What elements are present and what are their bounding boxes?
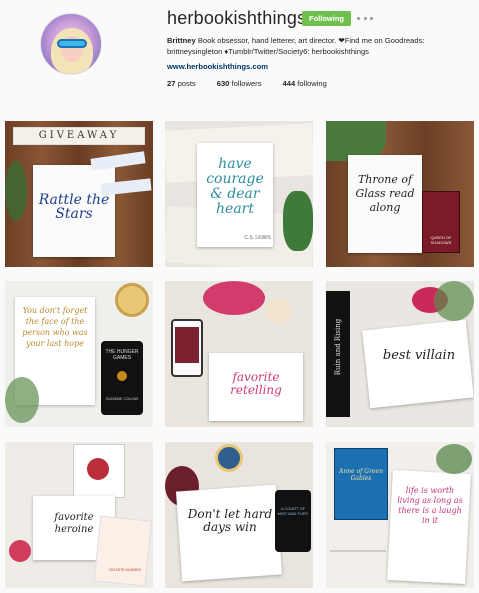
post-tile[interactable]: favorite retelling: [165, 281, 313, 427]
post-tile[interactable]: have courage & dear heart C.S. LEWIS: [165, 121, 313, 267]
post-text: life is worth living as long as there is…: [397, 486, 463, 525]
post-tile[interactable]: GIVEAWAY Rattle the Stars: [5, 121, 153, 267]
post-tile[interactable]: Don't let hard days win A COURT OF MIST …: [165, 442, 313, 588]
post-text: Rattle the Stars: [38, 192, 110, 222]
post-tile[interactable]: favorite heroine CELESTE ALVARES: [5, 442, 153, 588]
profile-bio: Brittney Book obsessor, hand letterer, a…: [167, 36, 467, 57]
posts-stat: 27 posts: [167, 79, 196, 88]
post-text: You don't forget the face of the person …: [22, 306, 88, 348]
post-book: Ruin and Rising: [334, 318, 342, 376]
profile-website-link[interactable]: www.herbookishthings.com: [167, 62, 268, 71]
avatar-glasses: [57, 39, 87, 48]
following-button[interactable]: Following: [302, 11, 351, 26]
post-text: best villain: [382, 348, 456, 363]
bio-name: Brittney: [167, 36, 196, 45]
post-book: Anne of Green Gables: [339, 468, 383, 482]
more-options-icon[interactable]: [357, 11, 373, 25]
bio-line-2: brittneysingleton ♦Tumblr/Twitter/Societ…: [167, 46, 369, 56]
post-text: Throne of Glass read along: [355, 173, 415, 214]
post-text: favorite retelling: [230, 370, 282, 397]
post-title: GIVEAWAY: [38, 130, 120, 141]
avatar[interactable]: [40, 13, 102, 75]
profile-header: herbookishthings Following Brittney Book…: [0, 0, 479, 112]
post-author: SUZANNE COLLINS: [105, 397, 139, 401]
post-text: Don't let hard days win: [187, 507, 273, 534]
profile-stats: 27 posts 630 followers 444 following: [167, 79, 348, 88]
post-caption: C.S. LEWIS: [244, 235, 271, 241]
post-book: QUEEN OF SHADOWS: [430, 235, 452, 245]
post-book: CELESTE ALVARES: [108, 568, 142, 572]
post-tile[interactable]: Throne of Glass read along QUEEN OF SHAD…: [326, 121, 474, 267]
post-book: A COURT OF MIST AND FURY: [277, 506, 309, 516]
post-tile[interactable]: Ruin and Rising best villain: [326, 281, 474, 427]
post-text: have courage & dear heart: [206, 156, 264, 217]
bio-text: Book obsessor, hand letterer, art direct…: [195, 36, 425, 45]
post-tile[interactable]: You don't forget the face of the person …: [5, 281, 153, 427]
following-stat[interactable]: 444 following: [283, 79, 327, 88]
profile-username: herbookishthings: [167, 8, 307, 28]
post-tile[interactable]: Anne of Green Gables life is worth livin…: [326, 442, 474, 588]
post-book: THE HUNGER GAMES: [105, 349, 139, 361]
followers-stat[interactable]: 630 followers: [217, 79, 262, 88]
